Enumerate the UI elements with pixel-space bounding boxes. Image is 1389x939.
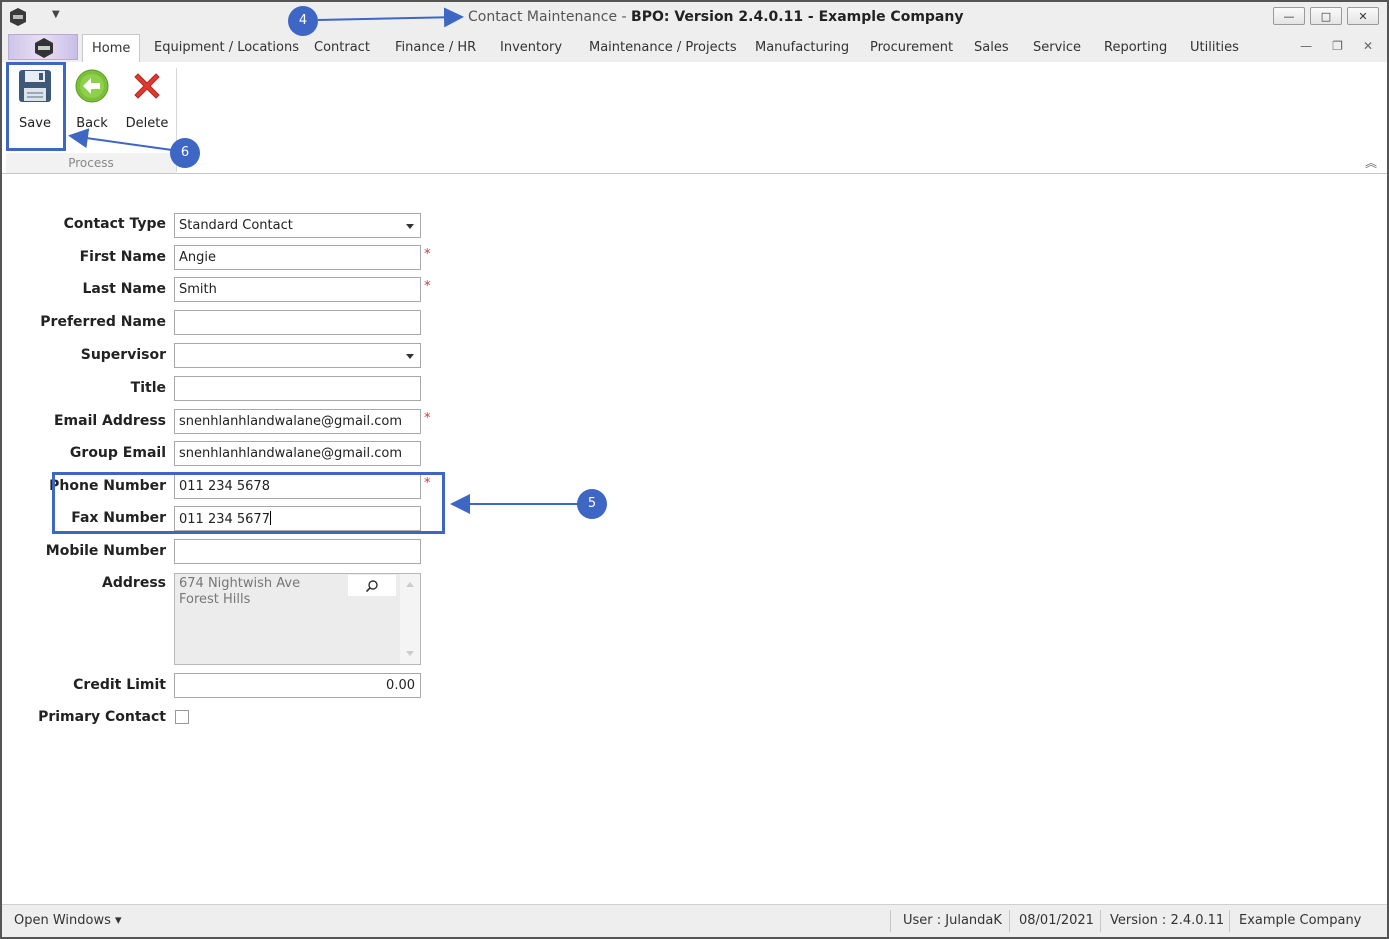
arrow-to-save — [68, 128, 173, 151]
step-badge-6: 6 — [170, 138, 200, 168]
open-windows-menu[interactable]: Open Windows ▾ — [14, 913, 122, 928]
status-divider — [1009, 910, 1010, 932]
application-window: ▼ Contact Maintenance - BPO: Version 2.4… — [0, 0, 1389, 939]
annotation-arrows — [68, 7, 578, 514]
status-version: Version : 2.4.0.11 — [1110, 913, 1225, 928]
status-divider — [890, 910, 891, 932]
step-badge-5: 5 — [577, 489, 607, 519]
status-company: Example Company — [1239, 913, 1362, 928]
status-divider — [1100, 910, 1101, 932]
status-bar: Open Windows ▾ User : JulandaK 08/01/202… — [2, 904, 1387, 937]
status-date: 08/01/2021 — [1019, 913, 1094, 928]
status-divider — [1229, 910, 1230, 932]
arrow-to-title — [317, 7, 464, 28]
step-badge-4: 4 — [288, 6, 318, 36]
status-user: User : JulandaK — [903, 913, 1002, 928]
